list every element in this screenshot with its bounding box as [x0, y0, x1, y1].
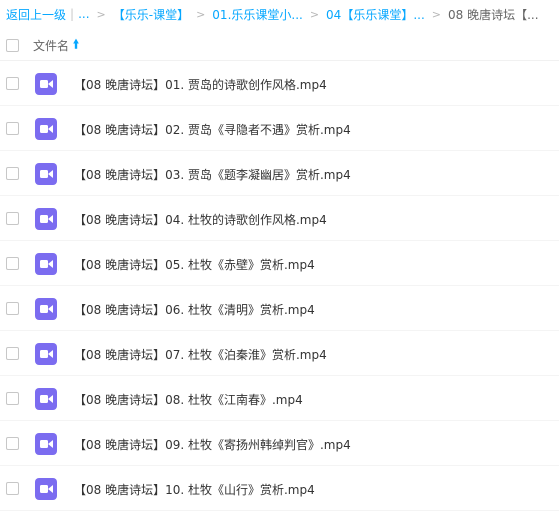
file-row[interactable]: 【08 晚唐诗坛】10. 杜牧《山行》赏析.mp4 — [0, 466, 559, 511]
file-row[interactable]: 【08 晚唐诗坛】05. 杜牧《赤壁》赏析.mp4 — [0, 241, 559, 286]
video-file-icon — [35, 163, 57, 185]
file-row[interactable]: 【08 晚唐诗坛】08. 杜牧《江南春》.mp4 — [0, 376, 559, 421]
breadcrumb-separator: > — [431, 7, 441, 21]
video-file-icon — [35, 433, 57, 455]
file-list-header: 文件名 🠙 — [0, 30, 559, 61]
video-file-icon — [35, 298, 57, 320]
file-row[interactable]: 【08 晚唐诗坛】02. 贾岛《寻隐者不遇》赏析.mp4 — [0, 106, 559, 151]
breadcrumb-item[interactable]: 04【乐乐课堂】... — [326, 6, 425, 23]
file-name[interactable]: 【08 晚唐诗坛】07. 杜牧《泊秦淮》赏析.mp4 — [74, 346, 327, 363]
file-checkbox[interactable] — [6, 347, 19, 360]
file-checkbox[interactable] — [6, 482, 19, 495]
file-name[interactable]: 【08 晚唐诗坛】04. 杜牧的诗歌创作风格.mp4 — [74, 211, 327, 228]
select-all-checkbox[interactable] — [6, 38, 19, 52]
file-checkbox[interactable] — [6, 77, 19, 90]
video-file-icon — [35, 388, 57, 410]
file-name[interactable]: 【08 晚唐诗坛】01. 贾岛的诗歌创作风格.mp4 — [74, 76, 327, 93]
file-checkbox[interactable] — [6, 437, 19, 450]
back-link[interactable]: 返回上一级 — [6, 6, 66, 23]
breadcrumb-separator: > — [196, 7, 206, 21]
file-name[interactable]: 【08 晚唐诗坛】02. 贾岛《寻隐者不遇》赏析.mp4 — [74, 121, 351, 138]
video-file-icon — [35, 118, 57, 140]
file-row[interactable]: 【08 晚唐诗坛】03. 贾岛《题李凝幽居》赏析.mp4 — [0, 151, 559, 196]
file-name[interactable]: 【08 晚唐诗坛】09. 杜牧《寄扬州韩绰判官》.mp4 — [74, 436, 351, 453]
file-name[interactable]: 【08 晚唐诗坛】03. 贾岛《题李凝幽居》赏析.mp4 — [74, 166, 351, 183]
file-checkbox[interactable] — [6, 302, 19, 315]
breadcrumb: 返回上一级 | ... > 【乐乐-课堂】 > 01.乐乐课堂小... > 04… — [0, 0, 559, 28]
breadcrumb-separator: > — [309, 7, 320, 21]
file-row[interactable]: 【08 晚唐诗坛】07. 杜牧《泊秦淮》赏析.mp4 — [0, 331, 559, 376]
arrow-up-icon[interactable]: 🠙 — [73, 35, 79, 56]
breadcrumb-ellipsis[interactable]: ... — [78, 7, 89, 21]
file-name[interactable]: 【08 晚唐诗坛】08. 杜牧《江南春》.mp4 — [74, 391, 303, 408]
video-file-icon — [35, 478, 57, 500]
breadcrumb-separator: > — [96, 7, 106, 21]
column-header-filename[interactable]: 文件名 — [33, 37, 69, 54]
file-list: 【08 晚唐诗坛】01. 贾岛的诗歌创作风格.mp4 【08 晚唐诗坛】02. 贾… — [0, 61, 559, 511]
file-checkbox[interactable] — [6, 167, 19, 180]
file-name[interactable]: 【08 晚唐诗坛】10. 杜牧《山行》赏析.mp4 — [74, 481, 315, 498]
file-checkbox[interactable] — [6, 122, 19, 135]
file-checkbox[interactable] — [6, 392, 19, 405]
file-name[interactable]: 【08 晚唐诗坛】05. 杜牧《赤壁》赏析.mp4 — [74, 256, 315, 273]
file-row[interactable]: 【08 晚唐诗坛】06. 杜牧《清明》赏析.mp4 — [0, 286, 559, 331]
breadcrumb-divider: | — [70, 7, 75, 21]
video-file-icon — [35, 208, 57, 230]
breadcrumb-current: 08 晚唐诗坛【... — [447, 7, 539, 22]
file-row[interactable]: 【08 晚唐诗坛】09. 杜牧《寄扬州韩绰判官》.mp4 — [0, 421, 559, 466]
breadcrumb-item[interactable]: 01.乐乐课堂小... — [212, 6, 303, 23]
video-file-icon — [35, 253, 57, 275]
file-name[interactable]: 【08 晚唐诗坛】06. 杜牧《清明》赏析.mp4 — [74, 301, 315, 318]
file-checkbox[interactable] — [6, 257, 19, 270]
breadcrumb-item[interactable]: 【乐乐-课堂】 — [113, 6, 189, 23]
file-row[interactable]: 【08 晚唐诗坛】04. 杜牧的诗歌创作风格.mp4 — [0, 196, 559, 241]
file-checkbox[interactable] — [6, 212, 19, 225]
video-file-icon — [35, 73, 57, 95]
video-file-icon — [35, 343, 57, 365]
file-row[interactable]: 【08 晚唐诗坛】01. 贾岛的诗歌创作风格.mp4 — [0, 61, 559, 106]
